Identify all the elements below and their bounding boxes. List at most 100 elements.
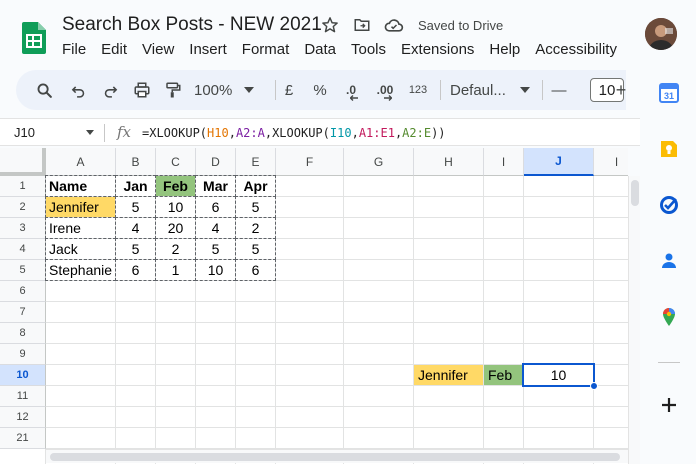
- column-header-e[interactable]: E: [236, 148, 276, 176]
- menu-format[interactable]: Format: [242, 41, 290, 58]
- increase-decimal-button[interactable]: .00: [370, 70, 400, 110]
- row-header-11[interactable]: 11: [0, 386, 46, 407]
- paint-format-icon[interactable]: [161, 70, 185, 110]
- increase-font-size-button[interactable]: +: [612, 70, 630, 110]
- star-icon[interactable]: [320, 15, 340, 35]
- column-header-h[interactable]: H: [414, 148, 484, 176]
- user-avatar[interactable]: [645, 18, 677, 50]
- search-menus-icon[interactable]: [32, 70, 56, 110]
- menu-tools[interactable]: Tools: [351, 41, 386, 58]
- table-cell[interactable]: 10: [196, 260, 235, 280]
- formula-input[interactable]: =XLOOKUP(H10,A2:A,XLOOKUP(I10,A1:E1,A2:E…: [142, 126, 446, 140]
- print-icon[interactable]: [130, 70, 154, 110]
- table-cell[interactable]: 6: [236, 260, 275, 280]
- move-folder-icon[interactable]: [352, 15, 372, 35]
- table-cell[interactable]: 6: [196, 197, 235, 217]
- menu-data[interactable]: Data: [304, 41, 336, 58]
- contacts-icon[interactable]: [658, 250, 680, 272]
- table-cell[interactable]: 1: [156, 260, 195, 280]
- formula-token: H10: [207, 126, 229, 140]
- keep-icon[interactable]: [658, 138, 680, 160]
- redo-icon[interactable]: [98, 70, 122, 110]
- row-header-10[interactable]: 10: [0, 365, 46, 386]
- table-cell[interactable]: 20: [156, 218, 195, 238]
- table-cell[interactable]: 5: [116, 239, 155, 259]
- column-header-f[interactable]: F: [276, 148, 344, 176]
- vertical-scrollbar[interactable]: [628, 176, 640, 464]
- menu-view[interactable]: View: [142, 41, 174, 58]
- table-cell[interactable]: 5: [236, 197, 275, 217]
- more-formats-button[interactable]: 123: [404, 70, 432, 110]
- decrease-decimal-button[interactable]: .0: [338, 70, 364, 110]
- active-cell-selection[interactable]: [522, 363, 595, 387]
- table-cell[interactable]: 4: [196, 218, 235, 238]
- name-box[interactable]: J10: [14, 125, 35, 140]
- row-header-5[interactable]: 5: [0, 260, 46, 281]
- maps-icon[interactable]: [658, 306, 680, 328]
- sheets-logo-icon[interactable]: [22, 22, 46, 54]
- document-title[interactable]: Search Box Posts - NEW 2021: [62, 14, 322, 36]
- row-header-8[interactable]: 8: [0, 323, 46, 344]
- column-header-i[interactable]: I: [594, 148, 628, 176]
- undo-icon[interactable]: [66, 70, 90, 110]
- table-header-cell[interactable]: Apr: [236, 176, 275, 196]
- tasks-icon[interactable]: [658, 194, 680, 216]
- row-header-6[interactable]: 6: [0, 281, 46, 302]
- row-header-9[interactable]: 9: [0, 344, 46, 365]
- table-cell[interactable]: 5: [236, 239, 275, 259]
- row-header-3[interactable]: 3: [0, 218, 46, 239]
- row-header-7[interactable]: 7: [0, 302, 46, 323]
- table-cell[interactable]: Jennifer: [46, 197, 115, 217]
- calendar-icon[interactable]: 31: [658, 82, 680, 104]
- table-header-cell[interactable]: Name: [46, 176, 115, 196]
- table-header-cell[interactable]: Jan: [116, 176, 155, 196]
- horizontal-scrollbar[interactable]: [46, 449, 628, 463]
- table-header-cell[interactable]: Feb: [156, 176, 195, 196]
- menu-accessibility[interactable]: Accessibility: [535, 41, 617, 58]
- add-icon[interactable]: [658, 394, 680, 416]
- select-all-corner[interactable]: [0, 148, 46, 176]
- lookup-month-cell[interactable]: Feb: [484, 365, 523, 385]
- fill-handle[interactable]: [590, 382, 598, 390]
- spreadsheet-grid[interactable]: A B C D E F G H I J I 1 2 3 4 5 6 7 8 9 10 11 12 21 Name Jan Feb Ma…: [0, 148, 628, 464]
- table-cell[interactable]: 5: [116, 197, 155, 217]
- horizontal-scroll-thumb[interactable]: [50, 453, 620, 461]
- decrease-font-size-button[interactable]: —: [550, 70, 568, 110]
- menu-extensions[interactable]: Extensions: [401, 41, 474, 58]
- menu-help[interactable]: Help: [489, 41, 520, 58]
- column-header-i[interactable]: I: [484, 148, 524, 176]
- formula-token: I10: [329, 126, 352, 140]
- table-cell[interactable]: 4: [116, 218, 155, 238]
- vertical-scroll-thumb[interactable]: [631, 180, 639, 206]
- table-cell[interactable]: Jack: [46, 239, 115, 259]
- chevron-down-icon[interactable]: [86, 130, 94, 135]
- column-header-g[interactable]: G: [344, 148, 414, 176]
- currency-button[interactable]: £: [279, 70, 299, 110]
- row-header-21[interactable]: 21: [0, 428, 46, 449]
- table-header-cell[interactable]: Mar: [196, 176, 235, 196]
- percent-button[interactable]: %: [310, 70, 330, 110]
- font-select[interactable]: Defaul...: [450, 70, 530, 110]
- cloud-saved-icon[interactable]: [384, 15, 404, 35]
- table-cell[interactable]: 2: [156, 239, 195, 259]
- zoom-select[interactable]: 100%: [194, 70, 264, 110]
- column-header-b[interactable]: B: [116, 148, 156, 176]
- column-header-j[interactable]: J: [524, 148, 594, 176]
- column-header-d[interactable]: D: [196, 148, 236, 176]
- menu-insert[interactable]: Insert: [189, 41, 227, 58]
- table-cell[interactable]: Stephanie: [46, 260, 115, 280]
- menu-file[interactable]: File: [62, 41, 86, 58]
- table-cell[interactable]: 6: [116, 260, 155, 280]
- row-header-2[interactable]: 2: [0, 197, 46, 218]
- lookup-name-cell[interactable]: Jennifer: [414, 365, 483, 385]
- row-header-1[interactable]: 1: [0, 176, 46, 197]
- table-cell[interactable]: 5: [196, 239, 235, 259]
- row-header-4[interactable]: 4: [0, 239, 46, 260]
- row-header-12[interactable]: 12: [0, 407, 46, 428]
- table-cell[interactable]: 2: [236, 218, 275, 238]
- menu-edit[interactable]: Edit: [101, 41, 127, 58]
- table-cell[interactable]: 10: [156, 197, 195, 217]
- column-header-a[interactable]: A: [46, 148, 116, 176]
- column-header-c[interactable]: C: [156, 148, 196, 176]
- table-cell[interactable]: Irene: [46, 218, 115, 238]
